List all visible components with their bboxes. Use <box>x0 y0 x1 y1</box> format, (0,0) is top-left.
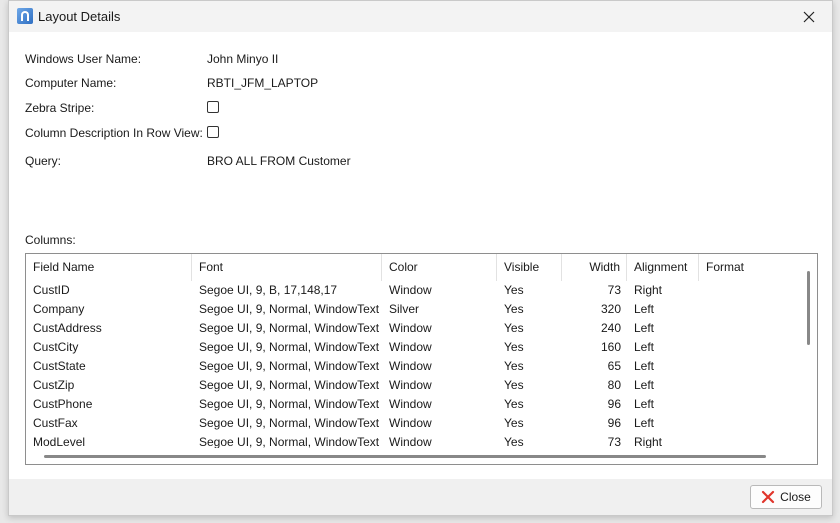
cell-color: Window <box>389 359 432 373</box>
header-font[interactable]: Font <box>192 254 382 281</box>
header-alignment[interactable]: Alignment <box>627 254 699 281</box>
user-name-label: Windows User Name: <box>25 52 142 66</box>
zebra-stripe-checkbox[interactable] <box>207 101 219 113</box>
cell-width: 96 <box>607 397 621 411</box>
cell-width: 65 <box>607 359 621 373</box>
cell-field-name: CustAddress <box>33 321 102 335</box>
columns-label: Columns: <box>25 233 76 247</box>
cell-font: Segoe UI, 9, Normal, WindowText <box>199 359 380 373</box>
grid-rows: CustID Segoe UI, 9, B, 17,148,17 Window Yes… <box>26 281 802 452</box>
cell-width: 73 <box>607 283 621 297</box>
cell-font: Segoe UI, 9, B, 17,148,17 <box>199 283 338 297</box>
table-row[interactable]: CustFax Segoe UI, 9, Normal, WindowText Wi… <box>26 414 802 433</box>
cell-field-name: CustZip <box>33 378 75 392</box>
computer-name-label: Computer Name: <box>25 76 117 90</box>
cell-visible: Yes <box>504 302 524 316</box>
cell-width: 160 <box>600 340 621 354</box>
cell-format <box>699 300 802 319</box>
cell-width: 80 <box>607 378 621 392</box>
computer-name-value: RBTI_JFM_LAPTOP <box>207 76 319 90</box>
cell-alignment: Left <box>634 340 655 354</box>
cell-format <box>699 281 802 300</box>
app-icon <box>17 8 33 24</box>
columns-grid[interactable]: Field Name Font Color Visible Width Alig… <box>25 253 818 465</box>
cell-alignment: Left <box>634 321 655 335</box>
cell-field-name: CustID <box>33 283 70 297</box>
vertical-scrollbar[interactable] <box>801 254 817 449</box>
cell-format <box>699 338 802 357</box>
query-value: BRO ALL FROM Customer <box>207 154 351 168</box>
cell-visible: Yes <box>504 340 524 354</box>
query-label: Query: <box>25 154 62 168</box>
close-icon <box>803 11 815 22</box>
title-bar: Layout Details <box>9 1 832 32</box>
table-row[interactable]: CustID Segoe UI, 9, B, 17,148,17 Window Yes… <box>26 281 802 300</box>
cell-visible: Yes <box>504 378 524 392</box>
horizontal-scrollbar[interactable] <box>26 448 802 464</box>
cell-font: Segoe UI, 9, Normal, WindowText <box>199 378 380 392</box>
cell-format <box>699 376 802 395</box>
horizontal-scroll-thumb[interactable] <box>44 455 766 458</box>
cell-visible: Yes <box>504 359 524 373</box>
cell-field-name: CustCity <box>33 340 79 354</box>
zebra-stripe-label: Zebra Stripe: <box>25 101 95 115</box>
cell-color: Window <box>389 378 432 392</box>
vertical-scroll-thumb[interactable] <box>807 271 810 345</box>
cell-format <box>699 395 802 414</box>
cell-alignment: Left <box>634 302 655 316</box>
column-description-label: Column Description In Row View: <box>25 126 203 140</box>
cell-visible: Yes <box>504 397 524 411</box>
table-row[interactable]: Company Segoe UI, 9, Normal, WindowText Si… <box>26 300 802 319</box>
cell-visible: Yes <box>504 416 524 430</box>
user-name-value: John Minyo II <box>207 52 279 66</box>
header-color[interactable]: Color <box>382 254 497 281</box>
cell-visible: Yes <box>504 283 524 297</box>
cell-field-name: CustState <box>33 359 86 373</box>
cell-format <box>699 319 802 338</box>
close-button[interactable]: Close <box>750 485 822 509</box>
cell-font: Segoe UI, 9, Normal, WindowText <box>199 340 380 354</box>
cell-color: Window <box>389 397 432 411</box>
cell-alignment: Left <box>634 416 655 430</box>
cell-field-name: Company <box>33 302 85 316</box>
cell-width: 320 <box>600 302 621 316</box>
cell-alignment: Right <box>634 283 663 297</box>
cell-color: Window <box>389 340 432 354</box>
cell-font: Segoe UI, 9, Normal, WindowText <box>199 397 380 411</box>
cell-format <box>699 357 802 376</box>
layout-details-dialog: Layout Details Windows User Name: John M… <box>8 0 833 516</box>
grid-header: Field Name Font Color Visible Width Alig… <box>26 254 802 281</box>
cell-font: Segoe UI, 9, Normal, WindowText <box>199 416 380 430</box>
table-row[interactable]: CustCity Segoe UI, 9, Normal, WindowText W… <box>26 338 802 357</box>
cell-color: Window <box>389 321 432 335</box>
cell-width: 240 <box>600 321 621 335</box>
cell-color: Window <box>389 283 432 297</box>
cell-color: Silver <box>389 302 420 316</box>
dialog-footer: Close <box>9 479 832 515</box>
table-row[interactable]: CustState Segoe UI, 9, Normal, WindowText… <box>26 357 802 376</box>
header-field-name[interactable]: Field Name <box>26 254 192 281</box>
cell-width: 96 <box>607 416 621 430</box>
cell-font: Segoe UI, 9, Normal, WindowText <box>199 302 380 316</box>
cell-alignment: Left <box>634 397 655 411</box>
table-row[interactable]: CustPhone Segoe UI, 9, Normal, WindowText… <box>26 395 802 414</box>
cell-alignment: Left <box>634 378 655 392</box>
cell-font: Segoe UI, 9, Normal, WindowText <box>199 321 380 335</box>
table-row[interactable]: CustZip Segoe UI, 9, Normal, WindowText Wi… <box>26 376 802 395</box>
column-description-checkbox[interactable] <box>207 126 219 138</box>
window-close-button[interactable] <box>786 1 832 32</box>
cell-color: Window <box>389 416 432 430</box>
header-visible[interactable]: Visible <box>497 254 562 281</box>
cell-format <box>699 414 802 433</box>
cell-visible: Yes <box>504 321 524 335</box>
header-width[interactable]: Width <box>562 254 627 281</box>
cell-alignment: Left <box>634 359 655 373</box>
red-x-icon <box>762 490 775 504</box>
table-row[interactable]: CustAddress Segoe UI, 9, Normal, WindowTe… <box>26 319 802 338</box>
cell-field-name: CustPhone <box>33 397 93 411</box>
header-format[interactable]: Format <box>699 254 802 281</box>
window-title: Layout Details <box>38 9 121 24</box>
close-button-label: Close <box>780 490 811 504</box>
cell-field-name: CustFax <box>33 416 78 430</box>
